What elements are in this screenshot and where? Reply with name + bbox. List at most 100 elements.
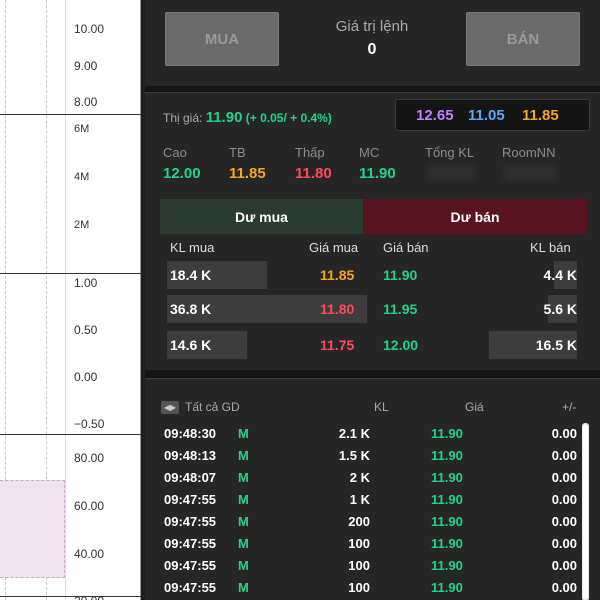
market-price-label: Thị giá: [163, 111, 203, 125]
trade-side: M [238, 492, 249, 507]
tab-ask[interactable]: Dư bán [363, 199, 587, 234]
stat-label-low: Thấp [295, 145, 325, 160]
stat-last: 11.90 [359, 165, 396, 182]
trade-side: M [238, 426, 249, 441]
trade-volume: 200 [348, 514, 370, 529]
floor-price: 11.05 [468, 107, 505, 124]
market-price-value: 11.90 [205, 109, 243, 126]
indicator-tick: −0.50 [74, 417, 105, 431]
orderbook-row[interactable]: 36.8 K 11.80 11.95 5.6 K [145, 295, 600, 323]
trade-change: 0.00 [551, 558, 577, 573]
order-value: 0 [367, 41, 377, 58]
stat-foreign-room-hidden [504, 165, 556, 181]
trade-price: 11.90 [431, 448, 463, 463]
oscillator-tick: 40.00 [74, 547, 105, 561]
price-tick: 8.00 [74, 95, 98, 109]
indicator-tick: 0.00 [74, 370, 98, 384]
trade-change: 0.00 [551, 448, 577, 463]
pane-separator [0, 596, 141, 597]
trading-screen: 10.00 9.00 8.00 6M 4M 2M 1.00 0.50 0.00 … [0, 0, 600, 600]
oscillator-band [0, 480, 65, 578]
trade-time: 09:47:55 [164, 492, 217, 507]
header-ask-price: Giá bán [383, 240, 429, 255]
stat-avg: 11.85 [229, 165, 266, 182]
trade-volume: 100 [348, 580, 370, 595]
ceiling-price: 12.65 [416, 107, 454, 124]
trade-time: 09:48:13 [164, 448, 217, 463]
trade-price: 11.90 [431, 470, 463, 485]
trade-side: M [238, 470, 249, 485]
stat-label-high: Cao [163, 145, 187, 160]
stat-low: 11.80 [295, 165, 332, 182]
trade-volume: 2.1 K [338, 426, 370, 441]
bid-price[interactable]: 11.80 [320, 301, 354, 317]
indicator-tick: 0.50 [74, 323, 98, 337]
trade-change: 0.00 [551, 470, 577, 485]
stat-label-last: MC [359, 145, 380, 160]
trade-price: 11.90 [431, 558, 463, 573]
trade-row: 09:48:07 M 2 K 11.90 0.00 [145, 467, 600, 489]
header-bid-price: Giá mua [309, 240, 359, 255]
trade-time: 09:48:07 [164, 470, 217, 485]
orderbook-row[interactable]: 18.4 K 11.85 11.90 4.4 K [145, 261, 600, 289]
pane-separator [0, 114, 141, 115]
chart-axis-strip[interactable]: 10.00 9.00 8.00 6M 4M 2M 1.00 0.50 0.00 … [0, 0, 141, 600]
trade-scrollbar-thumb[interactable] [583, 425, 588, 599]
trade-time: 09:47:55 [164, 514, 217, 529]
oscillator-tick: 20.00 [74, 594, 104, 600]
oscillator-tick: 80.00 [74, 451, 105, 465]
trade-time: 09:48:30 [164, 426, 217, 441]
sell-button[interactable]: BÁN [466, 12, 580, 66]
stat-label-total-volume: Tổng KL [425, 145, 475, 160]
ask-price[interactable]: 11.90 [383, 267, 417, 283]
reference-prices: 12.65 11.05 11.85 [395, 99, 590, 131]
bid-price[interactable]: 11.75 [320, 337, 354, 353]
ask-price[interactable]: 12.00 [383, 337, 418, 353]
orderbook-row[interactable]: 14.6 K 11.75 12.00 16.5 K [145, 331, 600, 359]
header-bid-volume: KL mua [170, 240, 215, 255]
trading-panel: MUA Giá trị lệnh 0 BÁN Thị giá: 11.90 (+… [145, 0, 600, 600]
trade-volume: 100 [348, 536, 370, 551]
trade-row: 09:47:55 M 100 11.90 0.00 [145, 555, 600, 577]
trade-side: M [238, 558, 249, 573]
trade-log: ◀▶ Tất cả GD KL Giá +/- 09:48:30 M 2.1 K 11… [145, 378, 600, 600]
trade-time: 09:47:55 [164, 580, 217, 595]
trade-side: M [238, 580, 249, 595]
trade-volume: 1.5 K [338, 448, 370, 463]
order-value-label: Giá trị lệnh [335, 18, 409, 35]
trade-price: 11.90 [431, 536, 463, 551]
stat-label-foreign-room: RoomNN [502, 145, 556, 160]
trade-time: 09:47:55 [164, 558, 217, 573]
bid-price[interactable]: 11.85 [320, 267, 354, 283]
trade-log-title[interactable]: Tất cả GD [185, 400, 240, 414]
trade-time: 09:47:55 [164, 536, 217, 551]
trade-row: 09:47:55 M 1 K 11.90 0.00 [145, 489, 600, 511]
ask-volume: 5.6 K [543, 301, 577, 317]
market-price-change: (+ 0.05/ + 0.4%) [245, 111, 332, 125]
price-tick: 9.00 [74, 59, 98, 73]
trade-side: M [238, 536, 249, 551]
stat-total-volume-hidden [427, 165, 475, 181]
trade-change: 0.00 [551, 492, 577, 507]
header-ask-volume: KL bán [530, 240, 571, 255]
trade-change: 0.00 [551, 514, 577, 529]
trade-row: 09:47:55 M 100 11.90 0.00 [145, 577, 600, 599]
trade-change: 0.00 [551, 580, 577, 595]
trade-side: M [238, 514, 249, 529]
trade-volume: 1 K [349, 492, 370, 507]
stat-high: 12.00 [163, 165, 201, 182]
pane-separator [0, 273, 141, 274]
speaker-icon[interactable]: ◀▶ [161, 401, 179, 414]
trade-price: 11.90 [431, 492, 463, 507]
market-price: Thị giá: 11.90 (+ 0.05/ + 0.4%) [163, 109, 332, 126]
ask-price[interactable]: 11.95 [383, 301, 417, 317]
trade-volume: 2 K [349, 470, 370, 485]
trade-change: 0.00 [551, 426, 577, 441]
trade-price: 11.90 [431, 580, 463, 595]
buy-button[interactable]: MUA [165, 12, 279, 66]
tab-bid[interactable]: Dư mua [160, 199, 363, 234]
reference-price: 11.85 [522, 107, 559, 124]
trade-price: 11.90 [431, 426, 463, 441]
volume-tick: 6M [74, 123, 90, 135]
trade-volume: 100 [348, 558, 370, 573]
